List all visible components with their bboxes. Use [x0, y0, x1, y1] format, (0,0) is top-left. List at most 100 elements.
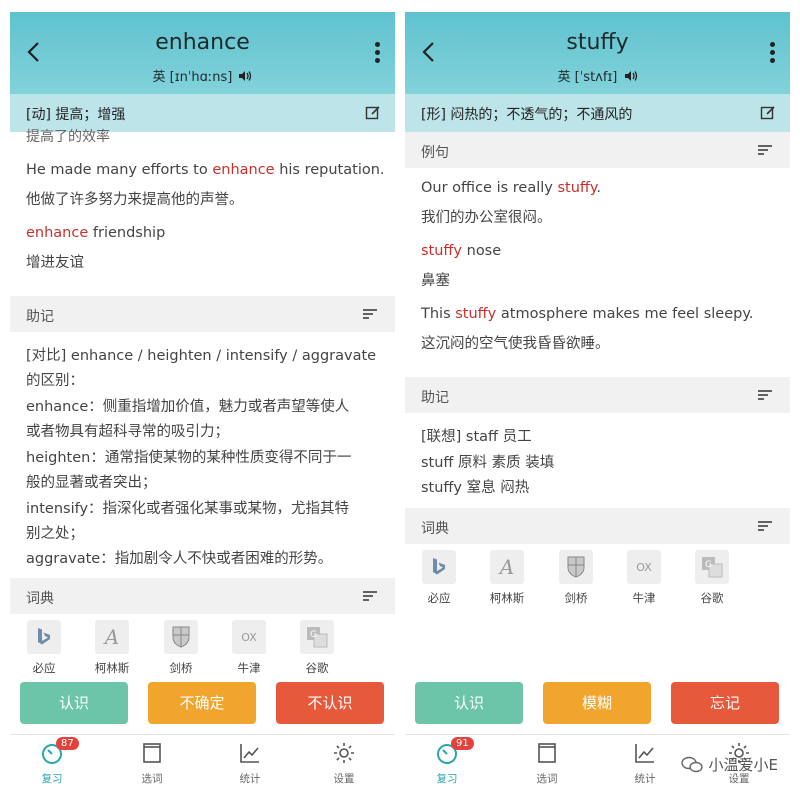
dict-google[interactable]: G 谷歌	[687, 550, 737, 606]
watermark-text: 小温爱小E	[708, 756, 778, 774]
sort-lines-icon[interactable]	[363, 309, 377, 319]
section-examples[interactable]: 例句	[405, 132, 790, 168]
nav-settings[interactable]: 设置	[314, 741, 374, 786]
section-title: 词典	[421, 521, 449, 537]
mnemonic-line: 或者物具有超科寻常的吸引力；	[26, 424, 229, 440]
phonetic[interactable]: 英 [ɪnˈhɑːns]	[10, 66, 395, 85]
example-cn: 我们的办公室很闷。	[421, 210, 552, 226]
google-translate-icon: G	[695, 550, 729, 584]
example-en: This stuffy atmosphere makes me feel sle…	[421, 306, 754, 322]
mnemonic-line: 的区别：	[26, 373, 84, 389]
chart-icon	[635, 744, 654, 763]
mnemonic-line: intensify：指深化或者强化某事或某物，尤指其特	[26, 501, 350, 517]
oxford-icon: OX	[627, 550, 661, 584]
dictionary-row: 必应 A 柯林斯 剑桥 OX 牛津 G 谷歌	[10, 620, 395, 680]
bottom-nav: 87 复习 选词 统计 设置	[10, 734, 395, 788]
dict-collins[interactable]: A 柯林斯	[87, 620, 137, 676]
sort-lines-icon[interactable]	[363, 591, 377, 601]
svg-text:G: G	[705, 560, 712, 570]
edit-icon[interactable]	[365, 105, 381, 121]
dict-bing[interactable]: 必应	[414, 550, 464, 606]
more-menu-icon[interactable]	[375, 42, 381, 66]
svg-text:G: G	[310, 630, 317, 640]
phone-screen-right: stuffy 英 [ˈstʌfɪ] [形] 闷热的；不透气的；不通风的 例句 O…	[405, 12, 790, 788]
dict-cambridge[interactable]: 剑桥	[156, 620, 206, 676]
phone-screen-left: enhance 英 [ɪnˈhɑːns] [动] 提高；增强 提高了的效率 He…	[10, 12, 395, 788]
section-mnemonic[interactable]: 助记	[10, 296, 395, 332]
dictionary-row: 必应 A 柯林斯 剑桥 OX 牛津 G 谷歌	[405, 550, 790, 610]
know-button[interactable]: 认识	[20, 682, 128, 724]
highlighted-word: stuffy	[421, 243, 463, 259]
highlighted-word: stuffy	[455, 306, 497, 322]
answer-buttons: 认识 模糊 忘记	[405, 682, 790, 732]
speaker-icon[interactable]	[238, 70, 252, 82]
dict-oxford[interactable]: OX 牛津	[224, 620, 274, 676]
screenshot-canvas: enhance 英 [ɪnˈhɑːns] [动] 提高；增强 提高了的效率 He…	[0, 0, 800, 800]
highlighted-word: enhance	[26, 225, 89, 241]
dict-oxford[interactable]: OX 牛津	[619, 550, 669, 606]
sort-lines-icon[interactable]	[758, 145, 772, 155]
review-count-badge: 87	[56, 737, 79, 750]
definition-text: [动] 提高；增强	[26, 107, 126, 123]
sort-lines-icon[interactable]	[758, 390, 772, 400]
collins-icon: A	[490, 550, 524, 584]
cambridge-shield-icon	[164, 620, 198, 654]
book-icon	[538, 743, 556, 763]
word-title: enhance	[155, 30, 250, 55]
word-header: stuffy 英 [ˈstʌfɪ]	[405, 12, 790, 94]
definition-text: [形] 闷热的；不透气的；不通风的	[421, 107, 633, 123]
example-en: enhance friendship	[26, 225, 166, 241]
nav-stats[interactable]: 统计	[220, 741, 280, 786]
mnemonic-line: stuffy 窒息 闷热	[421, 480, 530, 496]
edit-icon[interactable]	[760, 105, 776, 121]
phonetic-prefix: 英	[557, 70, 571, 85]
fuzzy-button[interactable]: 模糊	[543, 682, 651, 724]
definition-bar: [形] 闷热的；不透气的；不通风的	[405, 94, 790, 132]
speaker-icon[interactable]	[624, 70, 638, 82]
collins-icon: A	[95, 620, 129, 654]
nav-review[interactable]: 87 复习	[22, 737, 82, 786]
mnemonic-line: stuff 原料 素质 装填	[421, 455, 555, 471]
wechat-icon	[680, 756, 703, 772]
highlighted-word: stuffy	[557, 180, 597, 196]
answer-buttons: 认识 不确定 不认识	[10, 682, 395, 732]
google-translate-icon: G	[300, 620, 334, 654]
nav-stats[interactable]: 统计	[615, 741, 675, 786]
nav-select-words[interactable]: 选词	[517, 741, 577, 786]
section-mnemonic[interactable]: 助记	[405, 377, 790, 413]
review-count-badge: 91	[451, 737, 474, 750]
phonetic-prefix: 英	[152, 70, 166, 85]
example-cn: 增进友谊	[26, 255, 84, 271]
dict-bing[interactable]: 必应	[19, 620, 69, 676]
section-dictionary[interactable]: 词典	[405, 508, 790, 544]
mnemonic-line: [联想] staff 员工	[421, 429, 532, 445]
phonetic-text: [ɪnˈhɑːns]	[169, 70, 233, 85]
nav-review[interactable]: 91 复习	[417, 737, 477, 786]
mnemonic-line: 般的显著或者突出；	[26, 475, 157, 491]
sort-lines-icon[interactable]	[758, 521, 772, 531]
forgot-button[interactable]: 忘记	[671, 682, 779, 724]
dict-collins[interactable]: A 柯林斯	[482, 550, 532, 606]
example-en: stuffy nose	[421, 243, 502, 259]
more-menu-icon[interactable]	[770, 42, 776, 66]
nav-select-words[interactable]: 选词	[122, 741, 182, 786]
dict-google[interactable]: G 谷歌	[292, 620, 342, 676]
know-button[interactable]: 认识	[415, 682, 523, 724]
example-cn: 他做了许多努力来提高他的声誉。	[26, 192, 244, 208]
cambridge-shield-icon	[559, 550, 593, 584]
phonetic[interactable]: 英 [ˈstʌfɪ]	[405, 66, 790, 85]
dont-know-button[interactable]: 不认识	[276, 682, 384, 724]
mnemonic-line: [对比] enhance / heighten / intensify / ag…	[26, 348, 377, 364]
word-title: stuffy	[566, 30, 629, 55]
mnemonic-line: aggravate：指加剧令人不快或者困难的形势。	[26, 551, 333, 567]
watermark: 小温爱小E	[680, 754, 778, 775]
dict-cambridge[interactable]: 剑桥	[551, 550, 601, 606]
example-cn: 鼻塞	[421, 273, 450, 289]
mnemonic-line: heighten：通常指使某物的某种性质变得不同于一	[26, 450, 352, 466]
example-en: He made many efforts to enhance his repu…	[26, 162, 385, 178]
section-dictionary[interactable]: 词典	[10, 578, 395, 614]
chart-icon	[240, 744, 259, 763]
highlighted-word: enhance	[212, 162, 275, 178]
book-icon	[143, 743, 161, 763]
unsure-button[interactable]: 不确定	[148, 682, 256, 724]
